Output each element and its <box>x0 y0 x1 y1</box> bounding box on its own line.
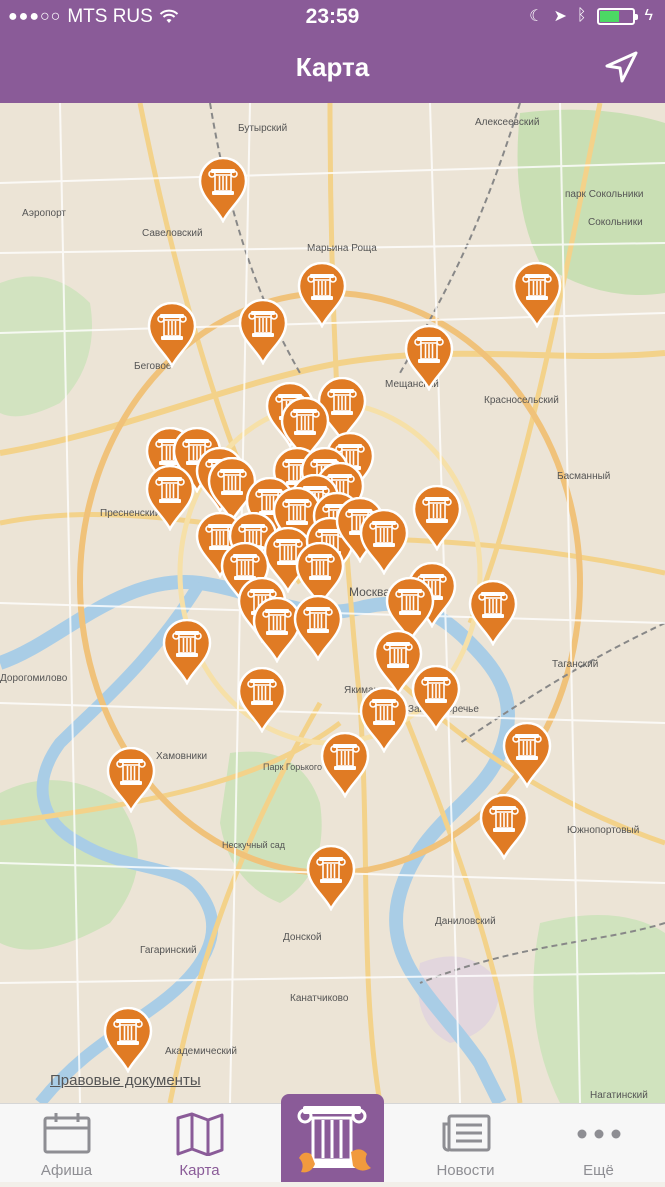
calendar-icon <box>43 1113 91 1154</box>
museum-pin-icon <box>359 508 409 576</box>
tab-afisha[interactable]: Афиша <box>0 1104 133 1183</box>
museum-pin[interactable] <box>359 508 409 576</box>
map-icon <box>176 1112 224 1156</box>
map-label: парк Сокольники <box>565 189 644 200</box>
map-label: Донской <box>283 932 322 943</box>
museum-pin[interactable] <box>404 324 454 392</box>
tab-map[interactable]: Карта <box>133 1104 266 1183</box>
tab-more[interactable]: Ещё <box>532 1104 665 1183</box>
museum-pin-icon <box>103 1006 153 1074</box>
bluetooth-icon: ᛒ <box>576 7 587 24</box>
map-label: Нагатинский <box>590 1090 648 1101</box>
map-label: Басманный <box>557 471 611 482</box>
map-label: Дорогомилово <box>0 673 68 684</box>
tab-museum-center[interactable] <box>281 1094 384 1182</box>
status-right: ☾ ➤ ᛒ ϟ <box>529 6 653 26</box>
museum-pin[interactable] <box>103 1006 153 1074</box>
column-icon <box>297 1106 371 1173</box>
map-label: Сокольники <box>588 217 643 228</box>
museum-pin[interactable] <box>198 156 248 224</box>
map-label: Гагаринский <box>140 945 197 956</box>
museum-pin-icon <box>162 618 212 686</box>
museum-pin-icon <box>293 594 343 662</box>
museum-pin[interactable] <box>306 844 356 912</box>
museum-pin[interactable] <box>237 666 287 734</box>
museum-pin[interactable] <box>479 793 529 861</box>
legal-documents-link[interactable]: Правовые документы <box>50 1072 201 1089</box>
museum-pin[interactable] <box>320 731 370 799</box>
museum-pin[interactable] <box>293 594 343 662</box>
museum-pin-icon <box>502 721 552 789</box>
map-label: Хамовники <box>156 751 208 762</box>
tab-news-label: Новости <box>436 1162 495 1179</box>
museum-pin-icon <box>297 261 347 329</box>
map-label: Бутырский <box>238 123 288 134</box>
map-label: Канатчиково <box>290 993 349 1004</box>
museum-pin-icon <box>512 261 562 329</box>
museum-pin-icon <box>147 301 197 369</box>
museum-pin-icon <box>468 579 518 647</box>
map-view[interactable]: Бутырский Алексеевский Аэропорт Савеловс… <box>0 103 665 1103</box>
museum-pin[interactable] <box>502 721 552 789</box>
museum-pin-icon <box>411 664 461 732</box>
map-label: Савеловский <box>142 228 203 239</box>
museum-pin-icon <box>237 666 287 734</box>
battery-icon <box>596 7 638 25</box>
map-label: Парк Горького <box>263 762 323 772</box>
museum-pin[interactable] <box>512 261 562 329</box>
locate-me-icon[interactable] <box>603 50 639 84</box>
museum-pin-icon <box>479 793 529 861</box>
tab-afisha-label: Афиша <box>40 1162 93 1179</box>
museum-pin-icon <box>145 464 195 532</box>
museum-pin[interactable] <box>162 618 212 686</box>
museum-pin[interactable] <box>468 579 518 647</box>
museum-pin-icon <box>412 484 462 552</box>
museum-pin[interactable] <box>297 261 347 329</box>
museum-pin-icon <box>320 731 370 799</box>
museum-pin-icon <box>198 156 248 224</box>
charging-icon: ϟ <box>644 7 653 24</box>
location-arrow-icon: ➤ <box>553 8 567 25</box>
museum-pin[interactable] <box>145 464 195 532</box>
map-label: Академический <box>165 1046 238 1057</box>
status-bar: ●●●○○ MTS RUS 23:59 ☾ ➤ ᛒ ϟ <box>0 0 665 34</box>
museum-pin[interactable] <box>106 746 156 814</box>
map-label: Аэропорт <box>22 208 67 219</box>
museum-pin[interactable] <box>147 301 197 369</box>
newspaper-icon <box>442 1114 491 1152</box>
museum-pin-icon <box>238 298 288 366</box>
map-label: Алексеевский <box>475 117 540 128</box>
tab-more-label: Ещё <box>583 1162 614 1179</box>
tab-news[interactable]: Новости <box>399 1104 532 1183</box>
more-dots-icon <box>577 1129 621 1139</box>
museum-pin-icon <box>404 324 454 392</box>
museum-pin-icon <box>106 746 156 814</box>
map-label: Даниловский <box>435 916 496 927</box>
map-label: Южнопортовый <box>567 825 640 836</box>
map-label: Москва <box>349 585 390 599</box>
museum-pin[interactable] <box>411 664 461 732</box>
tab-map-label: Карта <box>179 1162 220 1179</box>
page-title: Карта <box>295 52 370 82</box>
header: ●●●○○ MTS RUS 23:59 ☾ ➤ ᛒ ϟ Карта <box>0 0 665 103</box>
museum-pin[interactable] <box>412 484 462 552</box>
map-label: Таганский <box>552 659 599 670</box>
moon-icon: ☾ <box>529 8 544 25</box>
map-label: Нескучный сад <box>222 840 285 850</box>
museum-pin-icon <box>306 844 356 912</box>
map-label: Красносельский <box>484 395 559 406</box>
museum-pin[interactable] <box>238 298 288 366</box>
map-label: Марьина Роща <box>307 243 377 254</box>
